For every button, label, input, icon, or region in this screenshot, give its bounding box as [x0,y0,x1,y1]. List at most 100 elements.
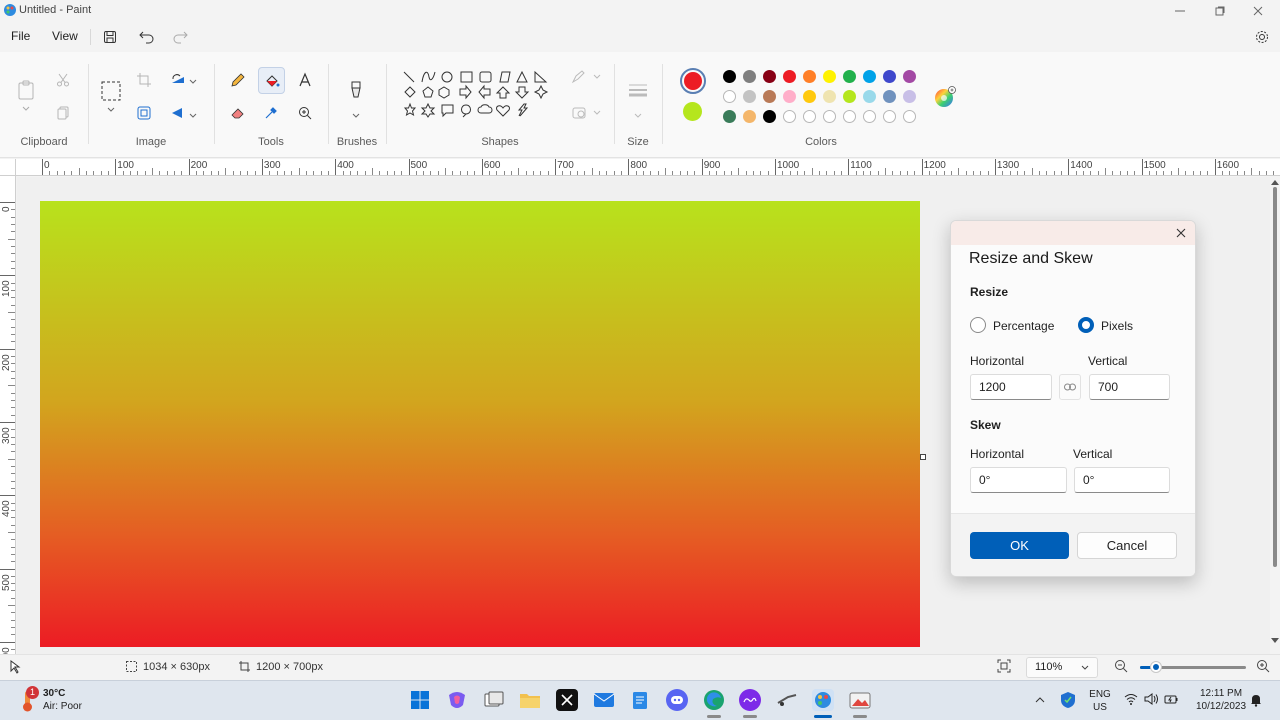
percentage-radio[interactable] [970,317,986,333]
custom-color-slot[interactable] [883,110,896,123]
taskbar-snipping[interactable] [776,689,798,711]
maintain-aspect-ratio-button[interactable] [1059,374,1081,400]
color-swatch[interactable] [903,70,916,83]
taskbar-notepad[interactable] [629,689,651,711]
outline-button[interactable] [571,70,602,87]
language-top[interactable]: ENG [1088,689,1112,700]
custom-color-slot[interactable] [903,110,916,123]
copy-button[interactable] [51,101,75,125]
horizontal-size-input[interactable] [970,374,1052,400]
select-button[interactable] [98,78,124,104]
maximize-button[interactable] [1200,0,1240,22]
battery-button[interactable] [1164,693,1178,708]
drawing-canvas[interactable] [40,201,920,647]
rotate-button[interactable] [166,68,190,92]
custom-color-slot[interactable] [843,110,856,123]
fit-to-window-button[interactable] [997,659,1013,675]
color-swatch[interactable] [903,90,916,103]
color-swatch[interactable] [743,70,756,83]
flip-dropdown[interactable] [189,108,197,122]
color-swatch[interactable] [783,90,796,103]
size-button[interactable] [626,78,650,102]
color-swatch[interactable] [743,110,756,123]
taskbar-task-view[interactable] [483,689,505,711]
eraser-tool[interactable] [226,101,250,125]
save-button[interactable] [100,27,120,47]
color-swatch[interactable] [823,90,836,103]
color-swatch[interactable] [723,90,736,103]
show-hidden-icons-button[interactable] [1035,693,1045,707]
custom-color-slot[interactable] [783,110,796,123]
pixels-radio[interactable] [1078,317,1094,333]
scrollbar-thumb[interactable] [1273,187,1277,567]
menu-view[interactable]: View [52,29,78,43]
color-picker-tool[interactable] [259,101,283,125]
taskbar-paint[interactable] [812,689,834,711]
taskbar-edge[interactable] [703,689,725,711]
custom-color-slot[interactable] [823,110,836,123]
crop-button[interactable] [132,68,156,92]
undo-button[interactable] [137,27,157,47]
color-swatch[interactable] [723,70,736,83]
canvas-resize-handle[interactable] [920,454,926,460]
color-swatch[interactable] [863,90,876,103]
volume-button[interactable] [1144,693,1158,708]
taskbar-photos[interactable] [849,689,871,711]
paste-button[interactable] [14,78,38,102]
zoom-slider-thumb[interactable] [1149,661,1162,673]
size-dropdown[interactable] [634,108,642,122]
vertical-size-input[interactable] [1089,374,1170,400]
zoom-out-button[interactable] [1114,659,1130,675]
color-swatch[interactable] [843,90,856,103]
color-swatch[interactable] [803,90,816,103]
color-swatch[interactable] [763,70,776,83]
resize-button[interactable] [132,101,156,125]
dialog-close-button[interactable] [1173,225,1189,241]
secondary-color-button[interactable] [683,102,702,121]
color-swatch[interactable] [863,70,876,83]
taskbar-discord[interactable] [666,689,688,711]
zoom-select[interactable]: 110% [1026,657,1098,678]
color-swatch[interactable] [883,70,896,83]
color-swatch[interactable] [843,70,856,83]
fill-tool[interactable] [258,67,285,94]
minimize-button[interactable] [1160,0,1200,22]
security-tray-button[interactable] [1060,691,1076,712]
taskbar-x[interactable] [556,689,578,711]
pencil-tool[interactable] [226,68,250,92]
text-tool[interactable] [293,68,317,92]
menu-file[interactable]: File [11,29,30,43]
color-swatch[interactable] [883,90,896,103]
flip-button[interactable] [166,101,190,125]
taskbar-file-explorer[interactable] [519,689,541,711]
color-swatch[interactable] [803,70,816,83]
cancel-button[interactable]: Cancel [1077,532,1177,559]
paste-dropdown[interactable] [14,102,38,116]
taskbar-mail[interactable] [593,689,615,711]
custom-color-slot[interactable] [803,110,816,123]
cut-button[interactable] [51,68,75,92]
magnifier-tool[interactable] [293,101,317,125]
weather-widget[interactable]: 1 30°C Air: Poor [14,686,134,715]
taskbar-canva[interactable] [739,689,761,711]
notifications-button[interactable] [1250,693,1262,710]
scroll-up-icon[interactable] [1271,179,1279,185]
color-swatch[interactable] [783,70,796,83]
language-bottom[interactable]: US [1088,702,1112,713]
taskbar-copilot[interactable] [446,689,468,711]
color-swatch[interactable] [723,110,736,123]
color-swatch[interactable] [763,110,776,123]
primary-color-button[interactable] [680,68,706,94]
brushes-button[interactable] [344,78,368,102]
skew-vertical-input[interactable] [1074,467,1170,493]
clock-date[interactable]: 10/12/2023 [1190,701,1252,712]
zoom-in-button[interactable] [1256,659,1272,675]
color-swatch[interactable] [823,70,836,83]
clock-time[interactable]: 12:11 PM [1190,688,1252,699]
fill-shape-button[interactable] [572,106,602,123]
ok-button[interactable]: OK [970,532,1069,559]
scroll-down-icon[interactable] [1271,638,1279,644]
color-swatch[interactable] [743,90,756,103]
brushes-dropdown[interactable] [352,108,360,122]
skew-horizontal-input[interactable] [970,467,1067,493]
